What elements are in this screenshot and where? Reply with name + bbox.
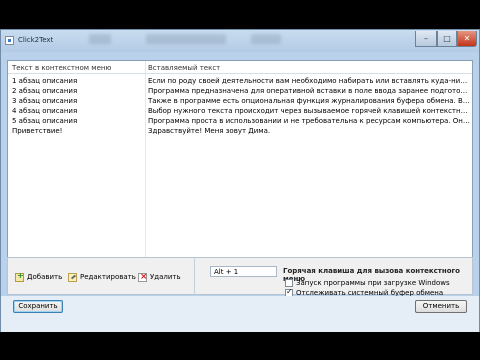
row-menu-text: Приветствие! <box>12 127 63 135</box>
row-insert-text: Программа предназначена для оперативной … <box>148 87 470 95</box>
row-menu-text: 5 абзац описания <box>12 117 78 125</box>
autostart-label: Запуск программы при загрузке Windows <box>296 279 450 287</box>
dialog-footer <box>1 296 479 332</box>
edit-icon <box>68 272 77 282</box>
row-insert-text: Программа проста в использовании и не тр… <box>148 117 470 125</box>
add-label: Добавить <box>27 273 63 281</box>
row-menu-text: 3 абзац описания <box>12 97 78 105</box>
letterbox-top <box>0 0 480 29</box>
add-button[interactable]: Добавить <box>15 271 62 283</box>
background-window-blur <box>146 34 226 44</box>
minimize-button[interactable]: – <box>415 31 437 47</box>
edit-button[interactable]: Редактировать <box>68 271 136 283</box>
row-insert-text: Также в программе есть опциональная функ… <box>148 97 470 105</box>
hotkey-input[interactable]: Alt + 1 <box>210 266 277 277</box>
column-header-insert-text[interactable]: Вставляемый текст <box>148 64 220 72</box>
app-icon <box>5 36 14 45</box>
table-row[interactable]: 1 абзац описания Если по роду своей деят… <box>8 76 472 86</box>
autostart-checkbox[interactable] <box>285 279 293 287</box>
row-insert-text: Выбор нужного текста происходит через вы… <box>148 107 470 115</box>
column-header-menu-text[interactable]: Текст в контекстном меню <box>12 64 111 72</box>
table-row[interactable]: Приветствие! Здравствуйте! Меня зовут Ди… <box>8 126 472 136</box>
table-row[interactable]: 4 абзац описания Выбор нужного текста пр… <box>8 106 472 116</box>
maximize-button[interactable]: □ <box>437 31 457 47</box>
table-row[interactable]: 5 абзац описания Программа проста в испо… <box>8 116 472 126</box>
row-menu-text: 1 абзац описания <box>12 77 78 85</box>
background-window-blur <box>89 34 111 44</box>
add-icon <box>15 271 24 282</box>
edit-label: Редактировать <box>80 273 136 281</box>
row-insert-text: Если по роду своей деятельности вам необ… <box>148 77 470 85</box>
save-button[interactable]: Сохранить <box>13 300 63 313</box>
row-menu-text: 4 абзац описания <box>12 107 78 115</box>
close-button[interactable]: ✕ <box>457 31 477 47</box>
table-header: Текст в контекстном меню Вставляемый тек… <box>8 61 472 74</box>
background-window-blur <box>251 34 281 44</box>
window-title: Click2Text <box>18 36 54 44</box>
letterbox-bottom <box>0 332 480 360</box>
autostart-option[interactable]: Запуск программы при загрузке Windows <box>285 279 450 287</box>
delete-label: Удалить <box>150 273 181 281</box>
title-bar[interactable]: Click2Text – □ ✕ <box>1 30 479 52</box>
snippets-table: Текст в контекстном меню Вставляемый тек… <box>7 60 473 286</box>
row-menu-text: 2 абзац описания <box>12 87 78 95</box>
delete-icon <box>138 272 148 282</box>
row-insert-text: Здравствуйте! Меня зовут Дима. <box>148 127 271 135</box>
panel-divider <box>194 257 195 295</box>
app-window: Click2Text – □ ✕ Текст в контекстном мен… <box>0 29 480 332</box>
table-row[interactable]: 3 абзац описания Также в программе есть … <box>8 96 472 106</box>
delete-button[interactable]: Удалить <box>138 271 181 283</box>
cancel-button[interactable]: Отменить <box>415 300 467 313</box>
table-row[interactable]: 2 абзац описания Программа предназначена… <box>8 86 472 96</box>
